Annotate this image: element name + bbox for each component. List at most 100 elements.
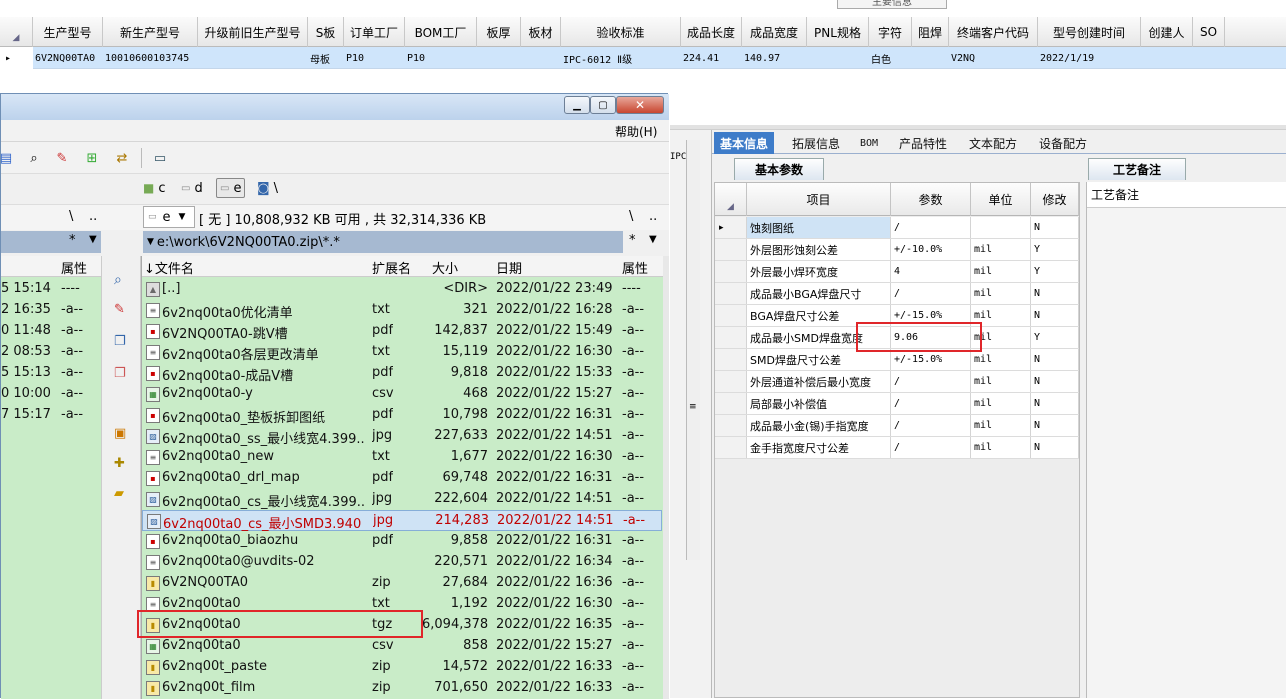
params-cell-unit[interactable]: mil bbox=[971, 261, 1031, 282]
grid-cell[interactable]: P10 bbox=[405, 47, 477, 69]
left-list-item[interactable]: 5 15:14 ---- bbox=[1, 279, 101, 300]
col-name[interactable]: ↓文件名 bbox=[144, 258, 194, 277]
params-row[interactable]: ▸ 蚀刻图纸 / N bbox=[715, 217, 1079, 239]
main-info-tab[interactable]: 主要信息 bbox=[837, 0, 947, 9]
params-col-header[interactable]: 单位 bbox=[971, 183, 1031, 216]
binoculars-icon[interactable]: ⌕ bbox=[25, 149, 43, 167]
params-row[interactable]: 外层图形蚀刻公差 +/-10.0% mil Y bbox=[715, 239, 1079, 261]
tab-process-notes[interactable]: 工艺备注 bbox=[1088, 158, 1186, 180]
params-row[interactable]: 成品最小金(锡)手指宽度 / mil N bbox=[715, 415, 1079, 437]
params-cell-unit[interactable]: mil bbox=[971, 437, 1031, 458]
move-icon[interactable]: ❐ bbox=[114, 366, 126, 381]
grid-col-header[interactable]: S板 bbox=[308, 17, 344, 47]
grid-cell[interactable]: IPC-6012 Ⅱ级 bbox=[561, 47, 681, 69]
grid-cell[interactable]: V2NQ bbox=[949, 47, 1038, 69]
tab-5[interactable]: 设备配方 bbox=[1033, 132, 1093, 154]
grid-cell[interactable] bbox=[198, 47, 308, 69]
left-list-item[interactable]: 0 11:48 -a-- bbox=[1, 321, 101, 342]
grid-col-header[interactable]: 字符 bbox=[869, 17, 912, 47]
toolbar-icon[interactable]: ▤ bbox=[0, 149, 15, 167]
grid-col-header[interactable]: 阻焊 bbox=[912, 17, 949, 47]
params-cell-mod[interactable]: N bbox=[1031, 305, 1079, 326]
params-cell-value[interactable]: 4 bbox=[891, 261, 971, 282]
params-cell-mod[interactable]: Y bbox=[1031, 261, 1079, 282]
params-cell-item[interactable]: 外层通道补偿后最小宽度 bbox=[747, 371, 891, 392]
params-cell-item[interactable]: 成品最小金(锡)手指宽度 bbox=[747, 415, 891, 436]
file-row[interactable]: ▮ 6V2NQ00TA0 zip 27,684 2022/01/22 16:36 -a-- bbox=[142, 573, 662, 594]
tab-2[interactable]: BOM bbox=[854, 132, 884, 154]
file-row[interactable]: ▪ 6v2nq00ta0_biaozhu pdf 9,858 2022/01/22 16… bbox=[142, 531, 662, 552]
maximize-button[interactable]: ▢ bbox=[590, 96, 616, 114]
file-row[interactable]: ≡ 6v2nq00ta0各层更改清单 txt 15,119 2022/01/22 16:… bbox=[142, 342, 662, 363]
left-filter-arrow[interactable]: ▼ bbox=[89, 234, 97, 245]
params-col-header[interactable]: 参数 bbox=[891, 183, 971, 216]
copy-icon[interactable]: ❐ bbox=[114, 334, 126, 349]
grid-cell[interactable]: 白色 bbox=[869, 47, 912, 69]
row-indicator-icon[interactable]: ▸ bbox=[0, 47, 33, 69]
params-cell-value[interactable]: / bbox=[891, 283, 971, 304]
drive-select[interactable]: ▭ e ▼ bbox=[143, 206, 195, 228]
file-row[interactable]: ▨ 6v2nq00ta0_ss_最小线宽4.399.. jpg 227,633 2022… bbox=[142, 426, 662, 447]
tab-1[interactable]: 拓展信息 bbox=[786, 132, 846, 154]
new-folder-icon[interactable]: ✚ bbox=[114, 456, 125, 471]
grid-corner[interactable]: ◢ bbox=[0, 17, 33, 47]
params-cell-value[interactable]: / bbox=[891, 393, 971, 414]
file-row[interactable]: ≡ 6v2nq00ta0优化清单 txt 321 2022/01/22 16:28 -a-… bbox=[142, 300, 662, 321]
right-back[interactable]: \ bbox=[629, 209, 633, 224]
close-button[interactable]: ✕ bbox=[616, 96, 664, 114]
grid-col-header[interactable]: PNL规格 bbox=[807, 17, 869, 47]
grid-col-header[interactable]: 终端客户代码 bbox=[949, 17, 1038, 47]
left-list-item[interactable]: 5 15:13 -a-- bbox=[1, 363, 101, 384]
col-size[interactable]: 大小 bbox=[432, 258, 458, 277]
file-row[interactable]: ▲ [..] <DIR> 2022/01/22 23:49 ---- bbox=[142, 279, 662, 300]
params-cell-unit[interactable]: mil bbox=[971, 349, 1031, 370]
file-row[interactable]: ▪ 6v2nq00ta0-成品V槽 pdf 9,818 2022/01/22 15:33… bbox=[142, 363, 662, 384]
params-cell-mod[interactable]: Y bbox=[1031, 239, 1079, 260]
grid-col-header[interactable]: 升级前旧生产型号 bbox=[198, 17, 308, 47]
params-cell-item[interactable]: 蚀刻图纸 bbox=[747, 217, 891, 238]
grid-cell[interactable] bbox=[521, 47, 561, 69]
file-row[interactable]: ▨ 6v2nq00ta0_cs_最小SMD3.940 jpg 214,283 2022/… bbox=[142, 510, 662, 532]
tree-icon[interactable]: ⊞ bbox=[83, 149, 101, 167]
tab-0[interactable]: 基本信息 bbox=[714, 132, 775, 154]
grid-col-header[interactable]: BOM工厂 bbox=[405, 17, 477, 47]
left-list-item[interactable]: 0 10:00 -a-- bbox=[1, 384, 101, 405]
params-cell-value[interactable]: / bbox=[891, 217, 971, 238]
col-ext[interactable]: 扩展名 bbox=[372, 258, 411, 277]
file-row[interactable]: ≡ 6v2nq00ta0@uvdits-02 220,571 2022/01/22 1… bbox=[142, 552, 662, 573]
grid-cell[interactable]: P10 bbox=[344, 47, 405, 69]
drive-c[interactable]: ■ c bbox=[143, 178, 166, 198]
params-cell-item[interactable]: 局部最小补偿值 bbox=[747, 393, 891, 414]
path-bar[interactable]: ▼ e:\work\6V2NQ00TA0.zip\*.* bbox=[143, 231, 623, 253]
grid-col-header[interactable]: 新生产型号 bbox=[103, 17, 198, 47]
params-cell-mod[interactable]: N bbox=[1031, 415, 1079, 436]
grid-col-header[interactable]: 型号创建时间 bbox=[1038, 17, 1141, 47]
grid-cell[interactable]: 母板 bbox=[308, 47, 344, 69]
params-cell-item[interactable]: 成品最小BGA焊盘尺寸 bbox=[747, 283, 891, 304]
params-cell-mod[interactable]: N bbox=[1031, 217, 1079, 238]
params-row[interactable]: 外层通道补偿后最小宽度 / mil N bbox=[715, 371, 1079, 393]
grid-col-header[interactable]: SO bbox=[1193, 17, 1225, 47]
file-row[interactable]: ▨ 6v2nq00ta0_cs_最小线宽4.399.. jpg 222,604 2022… bbox=[142, 489, 662, 510]
grid-data-row[interactable]: ▸ 6V2NQ00TA0 10010600103745 母板 P10 P10 IPC-601… bbox=[0, 47, 1286, 69]
grid-col-header[interactable]: 成品宽度 bbox=[742, 17, 807, 47]
left-list-item[interactable]: 2 08:53 -a-- bbox=[1, 342, 101, 363]
tab-basic-params[interactable]: 基本参数 bbox=[734, 158, 824, 180]
grid-col-header[interactable]: 订单工厂 bbox=[344, 17, 405, 47]
grid-cell[interactable]: 10010600103745 bbox=[103, 47, 198, 69]
tab-3[interactable]: 产品特性 bbox=[893, 132, 953, 154]
params-row[interactable]: 金手指宽度尺寸公差 / mil N bbox=[715, 437, 1079, 459]
params-cell-value[interactable]: / bbox=[891, 415, 971, 436]
params-cell-mod[interactable]: N bbox=[1031, 349, 1079, 370]
right-filter-arrow[interactable]: ▼ bbox=[649, 234, 657, 245]
file-row[interactable]: ▪ 6v2nq00ta0_垫板拆卸图纸 pdf 10,798 2022/01/22 16… bbox=[142, 405, 662, 426]
grid-col-header[interactable]: 成品长度 bbox=[681, 17, 742, 47]
file-row[interactable]: ≡ 6v2nq00ta0_new txt 1,677 2022/01/22 16:30-… bbox=[142, 447, 662, 468]
grid-col-header[interactable]: 板材 bbox=[521, 17, 561, 47]
notepad-icon[interactable]: ▭ bbox=[151, 149, 169, 167]
left-path-bar[interactable] bbox=[1, 231, 101, 253]
folder-icon[interactable]: ▰ bbox=[114, 486, 124, 501]
file-row[interactable]: ▪ 6v2nq00ta0_drl_map pdf 69,748 2022/01/22 1… bbox=[142, 468, 662, 489]
params-cell-item[interactable]: SMD焊盘尺寸公差 bbox=[747, 349, 891, 370]
col-attr[interactable]: 属性 bbox=[622, 258, 648, 277]
